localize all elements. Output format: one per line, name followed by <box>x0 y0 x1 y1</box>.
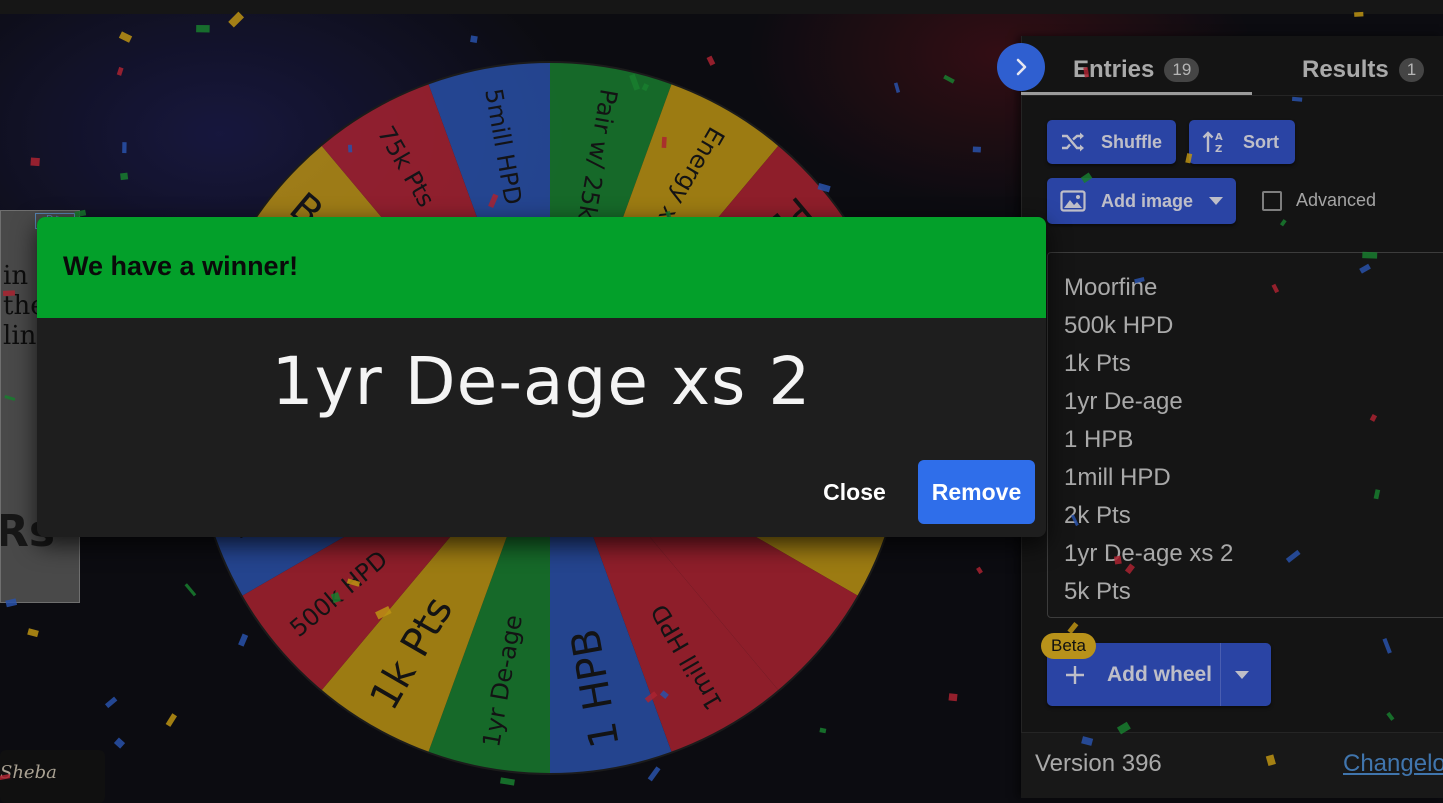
chevron-down-icon[interactable] <box>1209 197 1224 205</box>
add-image-button[interactable]: Add image <box>1047 178 1236 224</box>
split-divider <box>1220 643 1221 706</box>
tab-entries[interactable]: Entries 19 <box>1073 52 1200 88</box>
entry-line: 2k Pts <box>1064 502 1131 529</box>
entries-list: Moorfine 500k HPD 1k Pts 1yr De-age 1 HPB 1mi… <box>1048 253 1443 611</box>
chevron-down-icon[interactable] <box>1235 671 1249 679</box>
close-button[interactable]: Close <box>807 460 902 524</box>
ad-logo: Sheba <box>0 762 57 783</box>
tab-divider <box>1021 95 1443 96</box>
tab-label: Entries <box>1073 56 1155 83</box>
entry-line: 1k Pts <box>1064 350 1131 377</box>
entry-line: 1yr De-age <box>1064 388 1183 415</box>
remove-button[interactable]: Remove <box>918 460 1035 524</box>
svg-text:A: A <box>1215 132 1223 143</box>
tab-label: Results <box>1302 56 1389 83</box>
shuffle-icon <box>1059 130 1087 154</box>
entry-line: 5k Pts <box>1064 578 1131 605</box>
shuffle-label: Shuffle <box>1101 131 1162 152</box>
add-wheel-label: Add wheel <box>1107 662 1213 686</box>
dialog-header: We have a winner! <box>37 217 1046 318</box>
version-label: Version 396 <box>1035 750 1162 777</box>
advanced-toggle[interactable]: Advanced <box>1262 190 1376 211</box>
beta-badge: Beta <box>1041 633 1096 659</box>
sort-icon: A Z <box>1201 130 1229 154</box>
tab-results[interactable]: Results 1 <box>1302 52 1425 88</box>
advanced-label: Advanced <box>1296 190 1377 210</box>
changelog-link[interactable]: Changelog <box>1343 750 1443 778</box>
chevron-right-icon <box>1016 58 1027 76</box>
entry-line: 500k HPD <box>1064 312 1174 339</box>
dialog-title: We have a winner! <box>63 251 299 281</box>
winner-dialog: We have a winner! 1yr De-age xs 2 Close … <box>37 217 1046 537</box>
image-icon <box>1059 189 1087 213</box>
add-image-label: Add image <box>1101 190 1194 211</box>
entry-line: 1yr De-age xs 2 <box>1064 540 1234 567</box>
shuffle-button[interactable]: Shuffle <box>1047 120 1176 164</box>
collapse-sidebar-button[interactable] <box>997 43 1045 91</box>
winner-text: 1yr De-age xs 2 <box>271 343 812 420</box>
advanced-checkbox[interactable] <box>1262 190 1282 211</box>
results-count-badge: 1 <box>1398 58 1425 82</box>
entry-line: Moorfine <box>1064 274 1158 301</box>
plus-icon <box>1061 663 1089 687</box>
sort-label: Sort <box>1243 131 1279 152</box>
svg-text:Z: Z <box>1215 144 1222 154</box>
sort-button[interactable]: A Z Sort <box>1189 120 1295 164</box>
entries-count-badge: 19 <box>1164 58 1200 82</box>
entries-textarea[interactable]: Moorfine 500k HPD 1k Pts 1yr De-age 1 HPB 1mi… <box>1047 252 1443 618</box>
entry-line: 1mill HPD <box>1064 464 1171 491</box>
entry-line: 1 HPB <box>1064 426 1134 453</box>
